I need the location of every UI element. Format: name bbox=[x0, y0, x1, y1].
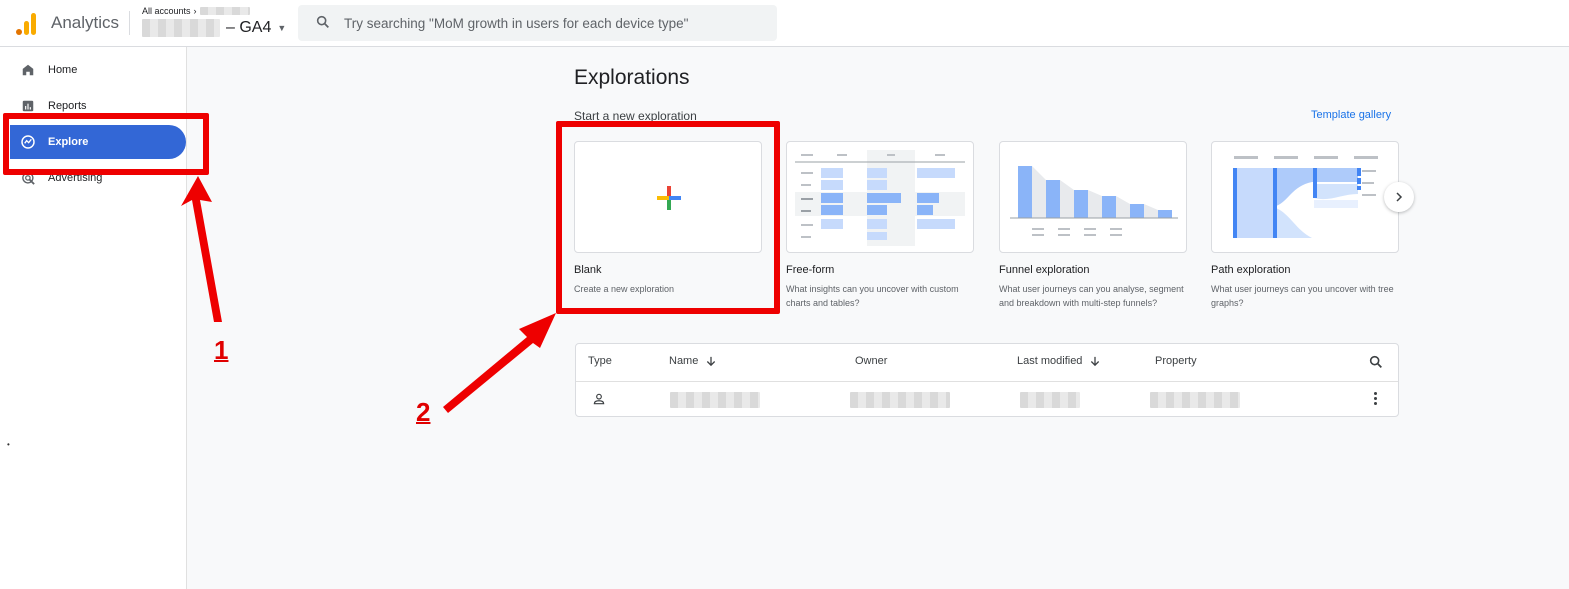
redacted-owner bbox=[850, 392, 950, 408]
analytics-logo-icon[interactable] bbox=[16, 11, 38, 35]
path-illustration bbox=[1233, 156, 1378, 238]
property-selector[interactable]: – GA4 ▼ bbox=[142, 19, 286, 37]
search-icon bbox=[316, 15, 329, 28]
card-thumbnail[interactable] bbox=[786, 141, 974, 253]
search-icon[interactable] bbox=[1368, 354, 1384, 370]
redacted-account bbox=[199, 7, 250, 15]
breadcrumb-label: All accounts bbox=[142, 6, 191, 16]
person-icon bbox=[593, 393, 605, 405]
app-name: Analytics bbox=[51, 13, 120, 32]
card-funnel-exploration[interactable]: Funnel exploration What user journeys ca… bbox=[999, 141, 1187, 310]
highlight-blank-card bbox=[556, 121, 780, 314]
account-breadcrumb[interactable]: All accounts › bbox=[142, 6, 250, 16]
property-suffix: – GA4 bbox=[226, 19, 272, 36]
more-vert-icon[interactable] bbox=[1374, 392, 1378, 407]
top-bar: Analytics All accounts › – GA4 ▼ bbox=[0, 0, 1569, 47]
card-title: Free-form bbox=[786, 264, 835, 276]
template-gallery-link[interactable]: Template gallery bbox=[1311, 109, 1391, 121]
sidebar-item-home[interactable]: Home bbox=[0, 53, 186, 87]
card-thumbnail[interactable] bbox=[999, 141, 1187, 253]
redacted-date bbox=[1020, 392, 1080, 408]
search-input[interactable] bbox=[344, 13, 764, 33]
chevron-right-icon bbox=[1396, 192, 1403, 202]
card-description: What user journeys can you uncover with … bbox=[1211, 284, 1394, 308]
explorations-table: Type Name Owner Last modified Property bbox=[575, 343, 1399, 417]
free-form-illustration bbox=[795, 150, 965, 246]
stray-mark: • bbox=[7, 440, 10, 449]
highlight-explore bbox=[3, 113, 209, 175]
card-path-exploration[interactable]: Path exploration What user journeys can … bbox=[1211, 141, 1399, 310]
column-header-owner[interactable]: Owner bbox=[855, 355, 887, 367]
redacted-name bbox=[670, 392, 760, 408]
search-bar[interactable] bbox=[298, 5, 777, 41]
column-header-property[interactable]: Property bbox=[1155, 355, 1197, 367]
carousel-next-button[interactable] bbox=[1384, 182, 1414, 212]
card-description: What insights can you uncover with custo… bbox=[786, 284, 959, 308]
column-header-last-modified[interactable]: Last modified bbox=[1017, 355, 1100, 367]
page-title: Explorations bbox=[574, 66, 690, 89]
sidebar-item-label: Reports bbox=[48, 100, 87, 112]
chevron-right-icon: › bbox=[193, 6, 197, 16]
card-title: Funnel exploration bbox=[999, 264, 1090, 276]
home-icon bbox=[20, 62, 36, 78]
reports-icon bbox=[20, 98, 36, 114]
card-title: Path exploration bbox=[1211, 264, 1291, 276]
arrow-down-icon bbox=[707, 356, 716, 366]
caret-down-icon: ▼ bbox=[277, 23, 287, 33]
card-thumbnail[interactable] bbox=[1211, 141, 1399, 253]
column-header-type[interactable]: Type bbox=[588, 355, 612, 367]
arrow-down-icon bbox=[1091, 356, 1100, 366]
card-description: What user journeys can you analyse, segm… bbox=[999, 284, 1184, 308]
sidebar-item-label: Home bbox=[48, 64, 78, 76]
funnel-illustration bbox=[1010, 166, 1178, 236]
redacted-property bbox=[1150, 392, 1240, 408]
step-number-1: 1 bbox=[214, 335, 229, 365]
step-number-2: 2 bbox=[416, 397, 431, 427]
redacted-property-name bbox=[142, 19, 220, 37]
column-header-name[interactable]: Name bbox=[669, 355, 716, 367]
table-row[interactable] bbox=[576, 381, 1398, 417]
card-free-form[interactable]: Free-form What insights can you uncover … bbox=[786, 141, 974, 310]
divider bbox=[129, 11, 130, 35]
